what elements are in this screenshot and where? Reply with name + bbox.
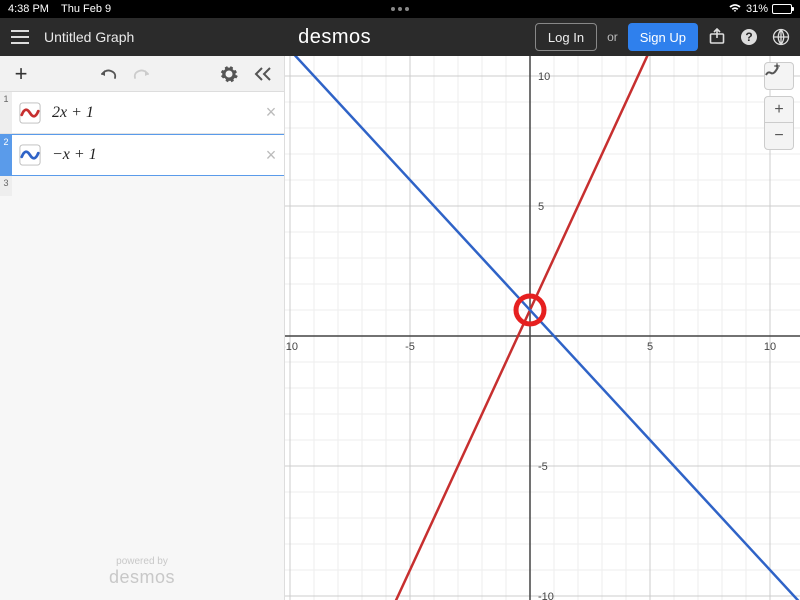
- plot-svg: -10 -5 5 10 -10 -5 5 10: [285, 56, 800, 600]
- svg-text:?: ?: [745, 30, 752, 44]
- help-icon[interactable]: ?: [736, 24, 762, 50]
- delete-expression-button[interactable]: ×: [258, 102, 284, 123]
- expression-index: 3: [0, 176, 12, 196]
- settings-icon[interactable]: [214, 60, 244, 88]
- expression-formula[interactable]: 2x + 1: [48, 96, 258, 130]
- expression-formula[interactable]: −x + 1: [48, 138, 258, 172]
- signup-button[interactable]: Sign Up: [628, 23, 698, 51]
- svg-text:5: 5: [647, 341, 653, 353]
- delete-expression-button[interactable]: ×: [258, 145, 284, 166]
- expression-color-swatch[interactable]: [16, 99, 44, 127]
- svg-text:-5: -5: [405, 341, 415, 353]
- svg-text:-10: -10: [285, 341, 298, 353]
- graph-canvas[interactable]: -10 -5 5 10 -10 -5 5 10 + −: [285, 56, 800, 600]
- graph-settings-button[interactable]: [764, 62, 794, 90]
- svg-text:10: 10: [764, 341, 776, 353]
- expression-row[interactable]: 1 2x + 1 ×: [0, 92, 284, 134]
- status-right: 31%: [728, 3, 792, 16]
- app-header: Untitled Graph desmos Log In or Sign Up …: [0, 18, 800, 56]
- graph-tools: + −: [764, 62, 794, 150]
- add-expression-button[interactable]: +: [6, 60, 36, 88]
- zoom-in-button[interactable]: +: [765, 97, 793, 123]
- status-time: 4:38 PM: [8, 3, 49, 15]
- menu-button[interactable]: [6, 23, 34, 51]
- multitask-dots: [391, 7, 409, 11]
- svg-text:10: 10: [538, 71, 550, 83]
- share-icon[interactable]: [704, 24, 730, 50]
- login-button[interactable]: Log In: [535, 23, 597, 51]
- language-icon[interactable]: [768, 24, 794, 50]
- expression-index: 1: [0, 92, 12, 133]
- or-text: or: [607, 30, 618, 44]
- redo-button[interactable]: [127, 60, 157, 88]
- zoom-out-button[interactable]: −: [765, 123, 793, 149]
- zoom-group: + −: [764, 96, 794, 150]
- expression-toolbar: +: [0, 56, 284, 92]
- main-area: + 1 2x + 1 × 2: [0, 56, 800, 600]
- undo-button[interactable]: [93, 60, 123, 88]
- ios-status-bar: 4:38 PM Thu Feb 9 31%: [0, 0, 800, 18]
- battery-icon: [772, 4, 792, 14]
- expression-panel: + 1 2x + 1 × 2: [0, 56, 285, 600]
- wifi-icon: [728, 3, 742, 16]
- expression-row[interactable]: 2 −x + 1 ×: [0, 134, 284, 176]
- status-left: 4:38 PM Thu Feb 9: [8, 3, 111, 15]
- svg-text:-5: -5: [538, 461, 548, 473]
- expression-row-empty[interactable]: 3: [0, 176, 284, 196]
- svg-text:-10: -10: [538, 591, 554, 600]
- collapse-panel-button[interactable]: [248, 60, 278, 88]
- brand-logo: desmos: [140, 26, 529, 49]
- graph-title[interactable]: Untitled Graph: [44, 29, 134, 45]
- status-date: Thu Feb 9: [61, 3, 111, 15]
- svg-text:5: 5: [538, 201, 544, 213]
- battery-percent: 31%: [746, 3, 768, 15]
- expression-index: 2: [0, 135, 12, 175]
- expression-color-swatch[interactable]: [16, 141, 44, 169]
- powered-by-footer: powered by desmos: [0, 556, 284, 588]
